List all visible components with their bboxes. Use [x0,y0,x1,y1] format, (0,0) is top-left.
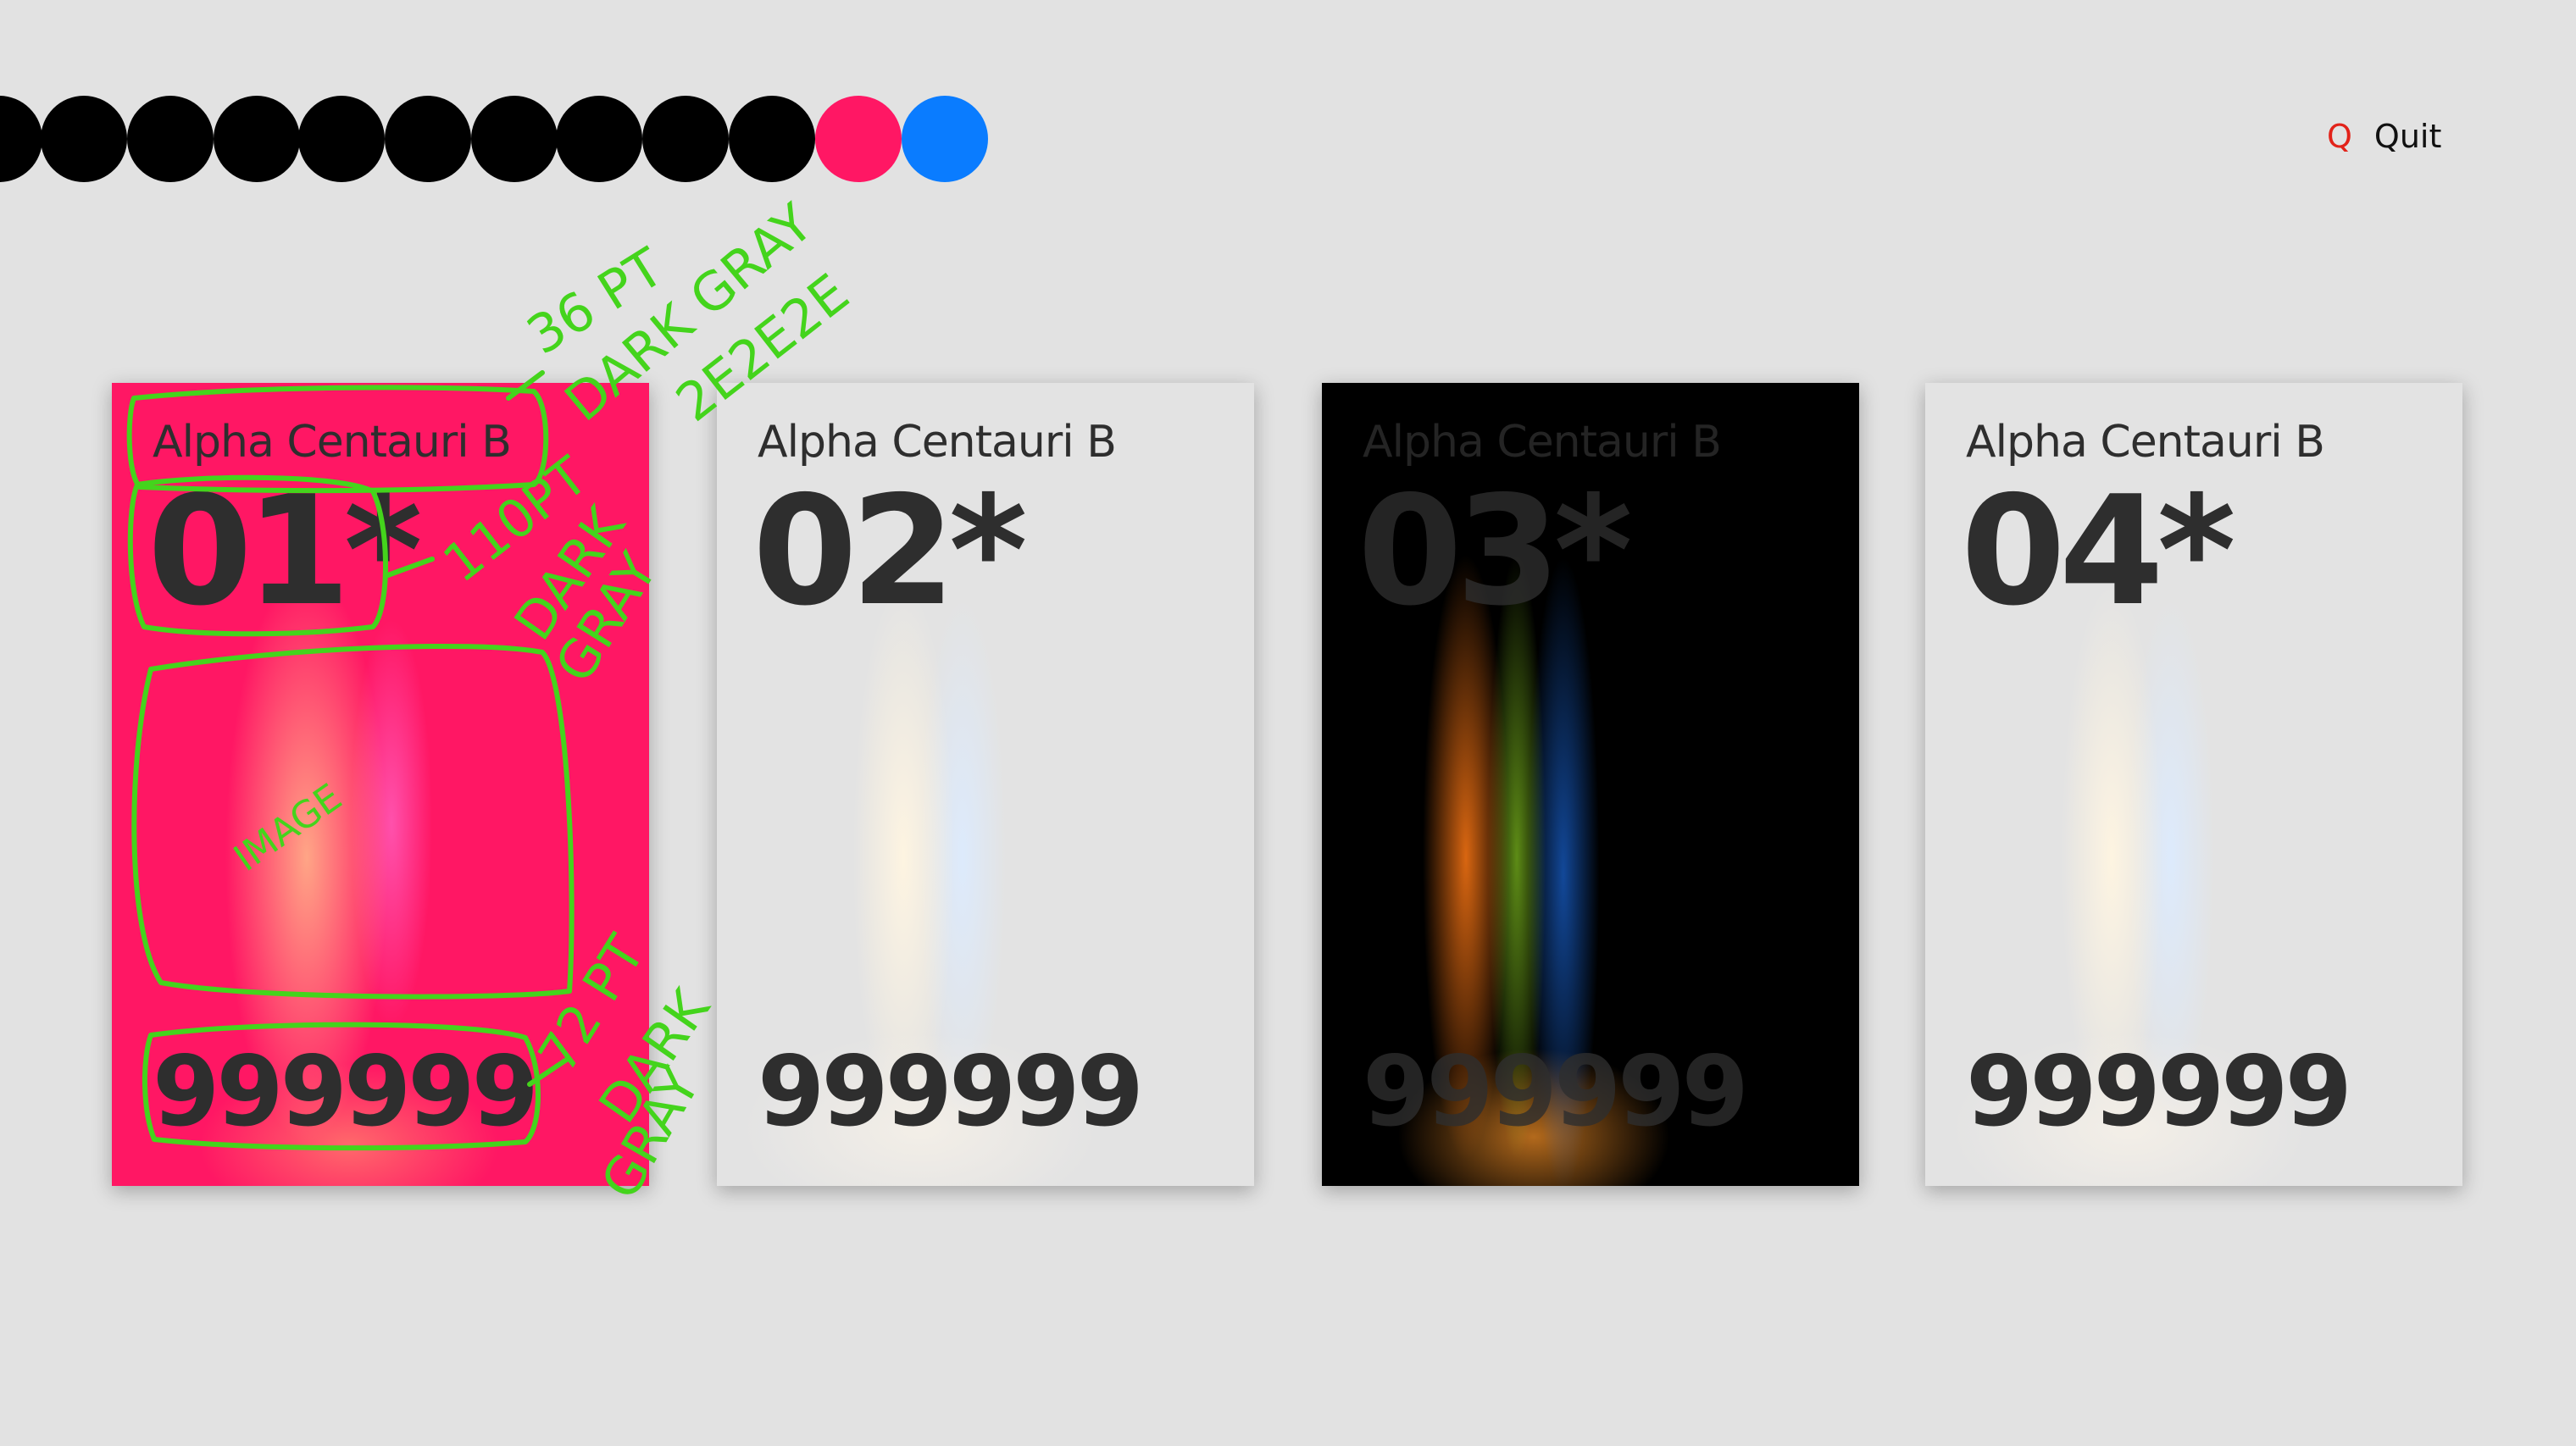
card-count: 999999 [1363,1035,1749,1148]
progress-dot [0,96,42,182]
progress-dot-current [815,96,902,182]
progress-dots [0,0,1017,186]
card-02[interactable]: Alpha Centauri B 02* 999999 [717,383,1254,1186]
card-title: Alpha Centauri B [758,417,1117,468]
progress-dot-next [902,96,988,182]
card-count: 999999 [153,1035,539,1148]
progress-dot [298,96,385,182]
quit-shortcut-key: Q [2327,118,2352,155]
card-number: 02* [752,463,1028,639]
card-number: 04* [1961,463,2236,639]
card-title: Alpha Centauri B [1966,417,2325,468]
annotation-title-note: 36 PT [516,235,675,367]
card-number: 03* [1357,463,1633,639]
card-count: 999999 [758,1035,1144,1148]
card-01[interactable]: Alpha Centauri B 01* 999999 [112,383,649,1186]
card-title: Alpha Centauri B [153,417,512,468]
progress-dot [385,96,471,182]
progress-dot [471,96,558,182]
quit-label: Quit [2373,118,2442,155]
card-03[interactable]: Alpha Centauri B 03* 999999 [1322,383,1859,1186]
card-04[interactable]: Alpha Centauri B 04* 999999 [1925,383,2462,1186]
card-title: Alpha Centauri B [1363,417,1722,468]
progress-dot [642,96,729,182]
progress-dot [556,96,642,182]
card-count: 999999 [1966,1035,2352,1148]
quit-button[interactable]: Q Quit [2327,115,2441,158]
progress-dot [214,96,300,182]
progress-dot [127,96,214,182]
progress-dot [729,96,815,182]
card-number: 01* [147,463,423,639]
progress-dot [41,96,127,182]
